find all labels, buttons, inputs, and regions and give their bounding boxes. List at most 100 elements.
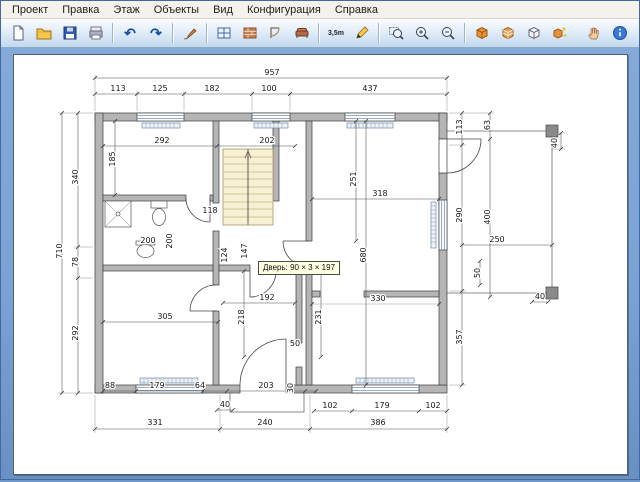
brush-icon <box>182 25 198 41</box>
door-icon <box>268 25 284 41</box>
materials-button[interactable] <box>496 22 520 44</box>
zoom-in-button[interactable] <box>410 22 434 44</box>
menu-item-6[interactable]: Справка <box>328 3 385 17</box>
menu-item-0[interactable]: Проект <box>5 3 55 17</box>
page-icon <box>10 25 26 41</box>
dim-label: 218 <box>237 309 246 324</box>
dim-label: 318 <box>372 189 387 198</box>
dim-label: 147 <box>240 243 249 258</box>
save-project-button[interactable] <box>58 22 82 44</box>
printer-icon <box>88 25 104 41</box>
dim-label: 124 <box>220 247 229 262</box>
sofa-icon <box>294 25 310 41</box>
info-icon <box>612 25 628 41</box>
dim-label: 50 <box>290 339 300 348</box>
model-view-button[interactable] <box>522 22 546 44</box>
dim-label: 113 <box>110 84 125 93</box>
cube-icon <box>474 25 490 41</box>
workspace: 9571131251821004372922021182003181923055… <box>1 48 639 482</box>
dim-label: 40 <box>535 292 545 301</box>
dim-label: 102 <box>322 401 337 410</box>
dim-label: 192 <box>259 293 274 302</box>
menu-bar: ПроектПравкаЭтажОбъектыВидКонфигурацияСп… <box>1 1 639 19</box>
cubewhite-icon <box>526 25 542 41</box>
dim-label: 50 <box>473 268 482 278</box>
toolbar-left-group: ↶↷ 3,5m <box>5 22 573 44</box>
dim-label: 102 <box>425 401 440 410</box>
dim-label: 40 <box>220 400 230 409</box>
render-button[interactable] <box>548 22 572 44</box>
dim-label: 292 <box>71 325 80 340</box>
dim-label: 203 <box>258 381 273 390</box>
zoomout-icon <box>440 25 456 41</box>
dim-label: 179 <box>374 401 389 410</box>
open-project-button[interactable] <box>32 22 56 44</box>
view-3d-button[interactable] <box>470 22 494 44</box>
toolbar-separator <box>464 23 466 43</box>
toolbar-right-group <box>581 22 633 44</box>
info-button[interactable] <box>608 22 632 44</box>
undo-button[interactable]: ↶ <box>118 22 142 44</box>
zoomw-icon <box>388 25 404 41</box>
zoom-window-button[interactable] <box>384 22 408 44</box>
dim-label: 251 <box>349 171 358 186</box>
radiators-group <box>140 123 436 383</box>
dim-label: 240 <box>257 418 272 427</box>
dim-label: 305 <box>157 312 172 321</box>
toolbar: ↶↷ 3,5m <box>1 19 639 48</box>
dim-label: 386 <box>370 418 385 427</box>
dim-label: 100 <box>261 84 276 93</box>
dim-label: 182 <box>204 84 219 93</box>
menu-item-5[interactable]: Конфигурация <box>240 3 328 17</box>
dim-label: 202 <box>259 136 274 145</box>
measure-tool-button[interactable]: 3,5m <box>324 22 348 44</box>
redo-button[interactable]: ↷ <box>144 22 168 44</box>
dim-label: 185 <box>108 151 117 166</box>
dim-label: 200 <box>140 236 155 245</box>
dim-label: 125 <box>152 84 167 93</box>
dim-label: 118 <box>202 206 217 215</box>
toolbar-separator <box>112 23 114 43</box>
menu-item-4[interactable]: Вид <box>206 3 240 17</box>
dim-label: 292 <box>154 136 169 145</box>
dim-label: 357 <box>455 329 464 344</box>
dim-label: 340 <box>71 169 80 184</box>
dim-label: 231 <box>314 309 323 324</box>
floppy-icon <box>62 25 78 41</box>
furniture-tool-button[interactable] <box>290 22 314 44</box>
print-button[interactable] <box>84 22 108 44</box>
zoom-out-button[interactable] <box>436 22 460 44</box>
dim-label: 200 <box>165 233 174 248</box>
menu-item-3[interactable]: Объекты <box>147 3 206 17</box>
new-project-button[interactable] <box>6 22 30 44</box>
draw-tool-button[interactable] <box>350 22 374 44</box>
toolbar-separator <box>206 23 208 43</box>
grid-icon <box>216 25 232 41</box>
dim-label: 437 <box>362 84 377 93</box>
dim-label: 78 <box>71 257 80 267</box>
stairs <box>223 149 273 225</box>
room-tool-button[interactable] <box>212 22 236 44</box>
toolbar-separator <box>378 23 380 43</box>
bathroom-fixtures <box>105 201 167 258</box>
dim-label: 179 <box>149 381 164 390</box>
app-window: ПроектПравкаЭтажОбъектыВидКонфигурацияСп… <box>0 0 640 480</box>
dim-label: 64 <box>195 381 205 390</box>
drawing-canvas[interactable]: 9571131251821004372922021182003181923055… <box>13 54 628 475</box>
dim-label: 30 <box>286 383 295 393</box>
dim-label: 710 <box>55 243 64 258</box>
menu-item-1[interactable]: Правка <box>55 3 106 17</box>
wall-tool-button[interactable] <box>238 22 262 44</box>
dim-label: 63 <box>483 120 492 130</box>
dim-label: 250 <box>489 235 504 244</box>
dim-label: 113 <box>455 119 464 134</box>
door-tool-button[interactable] <box>264 22 288 44</box>
render-icon <box>552 25 568 41</box>
hand-icon <box>586 25 602 41</box>
hand-tool-button[interactable] <box>582 22 606 44</box>
dim-label: 400 <box>483 209 492 224</box>
dim-label: 331 <box>147 418 162 427</box>
paint-tool-button[interactable] <box>178 22 202 44</box>
menu-item-2[interactable]: Этаж <box>106 3 146 17</box>
dim-label: 88 <box>105 381 115 390</box>
